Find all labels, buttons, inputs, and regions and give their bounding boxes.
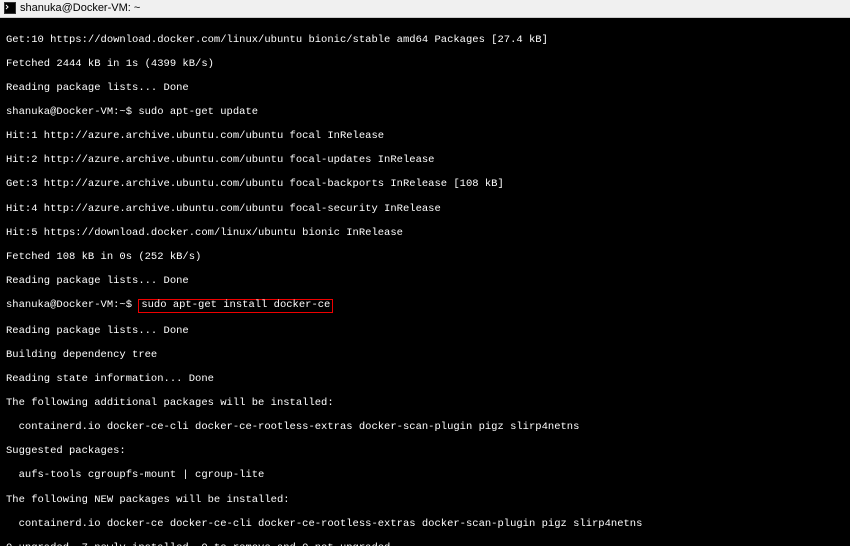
output-line: Building dependency tree — [6, 349, 844, 361]
highlighted-command: sudo apt-get install docker-ce — [138, 299, 333, 313]
output-line: The following NEW packages will be insta… — [6, 494, 844, 506]
output-line: aufs-tools cgroupfs-mount | cgroup-lite — [6, 469, 844, 481]
output-line: Hit:5 https://download.docker.com/linux/… — [6, 227, 844, 239]
output-line: Hit:4 http://azure.archive.ubuntu.com/ub… — [6, 203, 844, 215]
output-line: Hit:2 http://azure.archive.ubuntu.com/ub… — [6, 154, 844, 166]
output-line: Hit:1 http://azure.archive.ubuntu.com/ub… — [6, 130, 844, 142]
output-line: Get:3 http://azure.archive.ubuntu.com/ub… — [6, 178, 844, 190]
prompt-text: shanuka@Docker-VM:~$ — [6, 299, 138, 311]
output-line: Reading package lists... Done — [6, 325, 844, 337]
output-line: shanuka@Docker-VM:~$ sudo apt-get update — [6, 106, 844, 118]
output-line: containerd.io docker-ce docker-ce-cli do… — [6, 518, 844, 530]
output-line: Fetched 108 kB in 0s (252 kB/s) — [6, 251, 844, 263]
output-line: Fetched 2444 kB in 1s (4399 kB/s) — [6, 58, 844, 70]
terminal-icon — [4, 2, 16, 14]
output-line: Reading state information... Done — [6, 373, 844, 385]
window-title-bar: shanuka@Docker-VM: ~ — [0, 0, 850, 18]
prompt-line: shanuka@Docker-VM:~$ sudo apt-get instal… — [6, 299, 844, 313]
output-line: Reading package lists... Done — [6, 82, 844, 94]
output-line: containerd.io docker-ce-cli docker-ce-ro… — [6, 421, 844, 433]
output-line: Suggested packages: — [6, 445, 844, 457]
output-line: Get:10 https://download.docker.com/linux… — [6, 34, 844, 46]
output-line: Reading package lists... Done — [6, 275, 844, 287]
window-title: shanuka@Docker-VM: ~ — [20, 2, 140, 15]
terminal-output[interactable]: Get:10 https://download.docker.com/linux… — [0, 18, 850, 546]
output-line: The following additional packages will b… — [6, 397, 844, 409]
output-line: 0 upgraded, 7 newly installed, 0 to remo… — [6, 542, 844, 546]
